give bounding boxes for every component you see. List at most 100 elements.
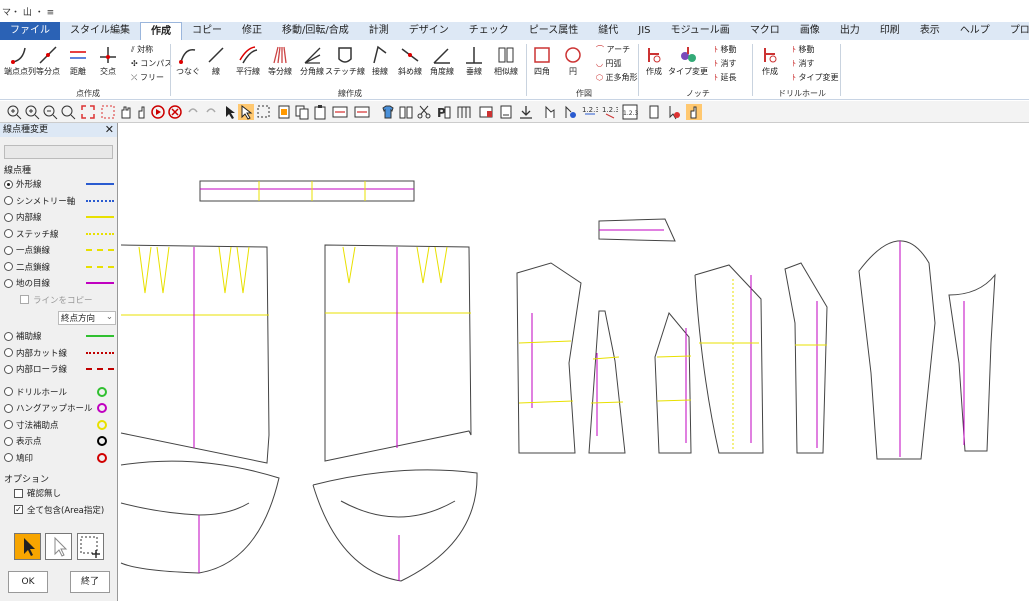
zoom-previous-icon[interactable] [60, 104, 76, 120]
line-type-option[interactable]: 内部カット線 [0, 345, 117, 362]
area-select-tool[interactable] [77, 533, 104, 560]
pattern-piece-sleeve-under[interactable] [948, 273, 996, 452]
piece-select-icon[interactable] [276, 104, 292, 120]
tab-style-edit[interactable]: スタイル編集 [60, 22, 140, 40]
quick-access-toolbar[interactable]: マ・ 山 ・ ≡ [2, 5, 54, 18]
pattern-piece-skirt-back[interactable] [120, 244, 270, 464]
exit-button[interactable]: 終了 [70, 571, 110, 593]
line-type-option[interactable]: 地の目線 [0, 275, 117, 292]
checkbox[interactable] [14, 488, 23, 498]
radio-button[interactable] [4, 278, 13, 288]
piece-label-icon[interactable]: P [436, 104, 452, 120]
tab-file[interactable]: ファイル [0, 22, 60, 40]
pattern-piece-back[interactable] [516, 262, 582, 454]
radio-button[interactable] [4, 403, 13, 413]
line-type-option[interactable]: 内部線 [0, 209, 117, 226]
tab-create[interactable]: 作成 [140, 22, 182, 40]
checkbox-checked[interactable]: ✓ [14, 505, 23, 515]
pattern-piece-flounce-left[interactable] [120, 460, 280, 574]
checkbox[interactable] [20, 295, 29, 305]
line-type-option[interactable]: 補助線 [0, 328, 117, 345]
pattern-piece-side-back[interactable] [588, 310, 626, 454]
tab-jis[interactable]: JIS [628, 22, 660, 40]
pattern-piece-flounce-right[interactable] [312, 469, 478, 582]
zoom-icon[interactable] [6, 104, 22, 120]
line-type-option[interactable]: 外形線 [0, 176, 117, 193]
copy-icon[interactable] [294, 104, 310, 120]
free-small-button[interactable]: ⤫ フリー [131, 72, 164, 83]
notch-delete-button[interactable]: ﾄ 消す [714, 58, 737, 69]
numbering-alt-icon[interactable]: 1.2.3 [602, 104, 618, 120]
pattern-canvas[interactable] [119, 123, 1029, 601]
radio-button[interactable] [4, 229, 13, 239]
tab-check[interactable]: チェック [459, 22, 519, 40]
point-type-option[interactable]: ドリルホール [0, 384, 117, 401]
redo-icon[interactable] [203, 104, 219, 120]
radio-button[interactable] [4, 331, 13, 341]
arc-small-button[interactable]: ◡ 円弧 [596, 58, 622, 69]
notch-move-button[interactable]: ﾄ 移動 [714, 44, 737, 55]
fit-select-icon[interactable] [100, 104, 116, 120]
paste-icon[interactable] [312, 104, 328, 120]
point-type-option[interactable]: 寸法補助点 [0, 417, 117, 434]
radio-button[interactable] [4, 179, 13, 189]
output-icon[interactable] [498, 104, 514, 120]
drill-delete-button[interactable]: ﾄ 消す [792, 58, 815, 69]
stop-icon[interactable] [167, 104, 183, 120]
pattern-drawing[interactable] [119, 123, 1029, 601]
pattern-piece-front[interactable] [694, 264, 764, 454]
zoom-out-icon[interactable] [42, 104, 58, 120]
line-type-option[interactable]: 内部ローラ線 [0, 361, 117, 378]
select-arrow-tool[interactable] [14, 533, 41, 560]
fit-all-icon[interactable] [80, 104, 96, 120]
pieces-icon[interactable] [398, 104, 414, 120]
grid-icon[interactable] [354, 104, 370, 120]
radio-button[interactable] [4, 453, 13, 463]
tab-seam[interactable]: 縫代 [588, 22, 628, 40]
tab-view[interactable]: 表示 [910, 22, 950, 40]
notch-extend-button[interactable]: ﾄ 延長 [714, 72, 737, 83]
direction-select[interactable]: 終点方向 ⌄ [58, 311, 116, 325]
numbering-icon[interactable]: 1.2.3 [582, 104, 598, 120]
tab-module[interactable]: モジュール画 [661, 22, 740, 40]
radio-button[interactable] [4, 196, 13, 206]
hand-icon[interactable] [134, 104, 150, 120]
tab-help[interactable]: ヘルプ [950, 22, 1000, 40]
cursor-tool-icon[interactable] [666, 104, 682, 120]
measure-icon[interactable] [456, 104, 472, 120]
tab-design[interactable]: デザイン [399, 22, 459, 40]
tab-piece-attr[interactable]: ピース属性 [519, 22, 589, 40]
pattern-piece-sleeve-upper[interactable] [858, 240, 936, 460]
tab-modify[interactable]: 修正 [232, 22, 272, 40]
similar-line-button[interactable]: 相似線 [486, 44, 526, 77]
undo-icon[interactable] [185, 104, 201, 120]
close-icon[interactable]: ✕ [105, 123, 114, 136]
point-type-option[interactable]: 表示点 [0, 433, 117, 450]
shirt-icon[interactable] [380, 104, 396, 120]
table-icon[interactable] [478, 104, 494, 120]
stitch-line-button[interactable]: ステッチ線 [325, 44, 365, 77]
pan-hand-icon[interactable] [118, 104, 134, 120]
radio-button[interactable] [4, 364, 13, 374]
zoom-in-icon[interactable] [24, 104, 40, 120]
no-confirm-option[interactable]: 確認無し [0, 485, 117, 502]
notch-type-change-button[interactable]: タイプ変更 [668, 44, 708, 77]
line-type-option[interactable]: 二点鎖線 [0, 259, 117, 276]
circle-button[interactable]: 円 [553, 44, 593, 77]
download-icon[interactable] [518, 104, 534, 120]
scissors-icon[interactable] [416, 104, 432, 120]
play-icon[interactable] [150, 104, 166, 120]
pattern-piece-side-front[interactable] [654, 311, 692, 454]
intersection-button[interactable]: 交点 [88, 44, 128, 77]
radio-button[interactable] [4, 245, 13, 255]
pattern-piece-skirt-front[interactable] [324, 244, 472, 462]
tab-copy[interactable]: コピー [182, 22, 232, 40]
radio-button[interactable] [4, 436, 13, 446]
arrow-select-icon[interactable] [222, 104, 238, 120]
pattern-piece-facing[interactable] [784, 262, 828, 454]
point-type-option[interactable]: 鳩印 [0, 450, 117, 467]
radio-button[interactable] [4, 212, 13, 222]
layer-icon[interactable] [332, 104, 348, 120]
tab-property[interactable]: プロパティ [1000, 22, 1029, 40]
tab-image[interactable]: 画像 [790, 22, 830, 40]
